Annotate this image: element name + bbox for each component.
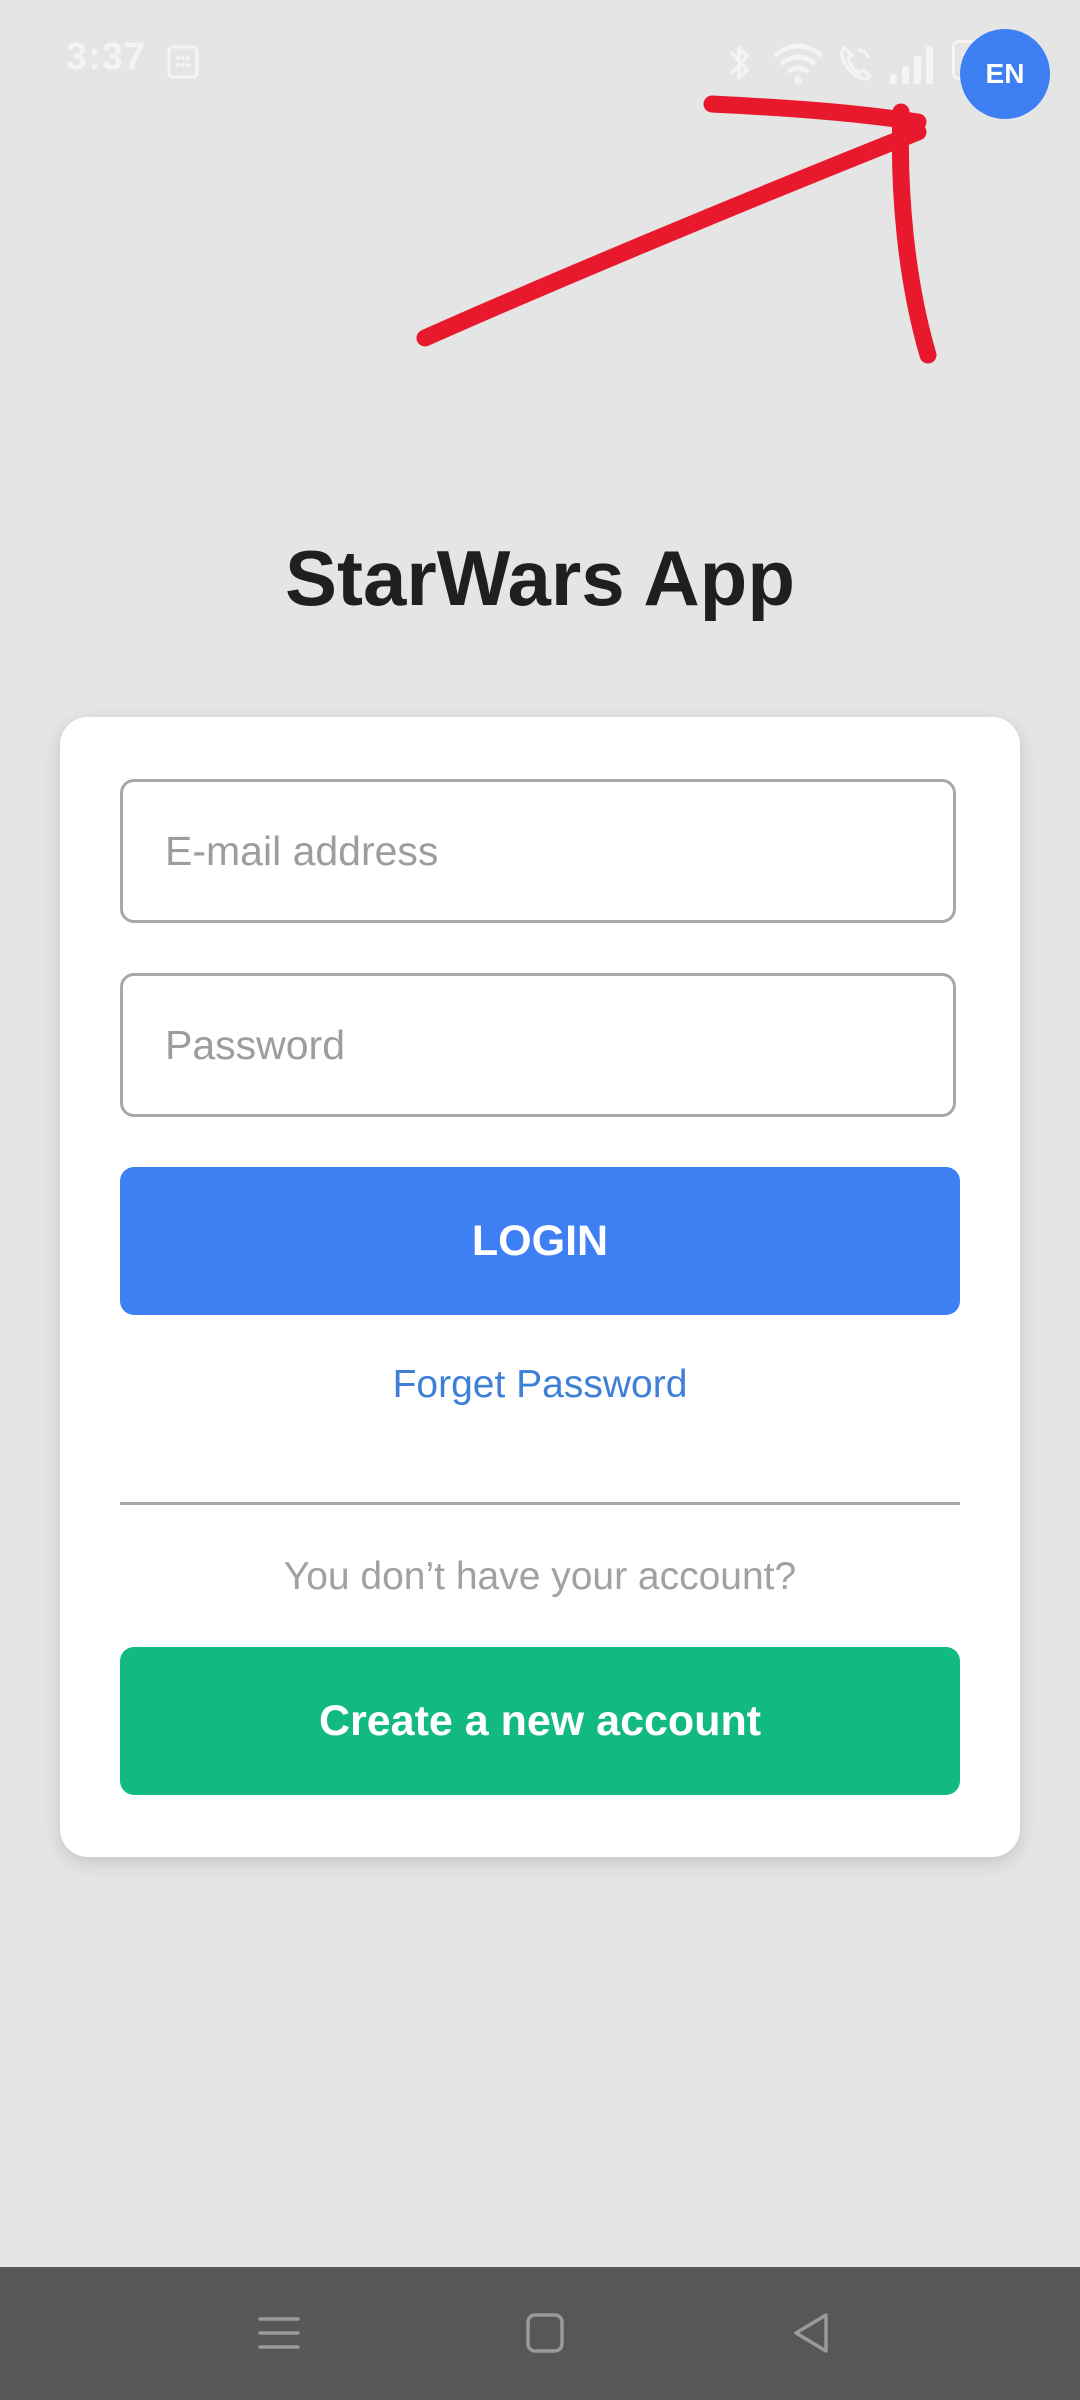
signal-icon xyxy=(890,46,933,84)
wifi-icon xyxy=(772,43,824,84)
login-card: LOGIN Forget Password You don’t have you… xyxy=(60,717,1020,1857)
menu-icon[interactable] xyxy=(252,2301,306,2365)
create-account-button[interactable]: Create a new account xyxy=(120,1647,960,1795)
back-icon[interactable] xyxy=(784,2301,838,2365)
page-title: StarWars App xyxy=(285,534,795,622)
email-field[interactable] xyxy=(120,779,956,923)
navigation-bar xyxy=(0,2267,1080,2400)
login-button[interactable]: LOGIN xyxy=(120,1167,960,1315)
no-account-text: You don’t have your account? xyxy=(283,1555,797,1598)
divider xyxy=(120,1502,960,1505)
wifi-call-icon xyxy=(840,46,872,81)
sim-card-icon xyxy=(167,45,199,79)
home-icon[interactable] xyxy=(518,2301,572,2365)
status-bar: 3:37 100 xyxy=(0,0,1080,130)
language-button[interactable]: EN xyxy=(960,29,1050,119)
bluetooth-icon xyxy=(729,46,749,80)
forget-password-link[interactable]: Forget Password xyxy=(60,1363,1020,1407)
status-time: 3:37 xyxy=(66,36,147,78)
password-field[interactable] xyxy=(120,973,956,1117)
